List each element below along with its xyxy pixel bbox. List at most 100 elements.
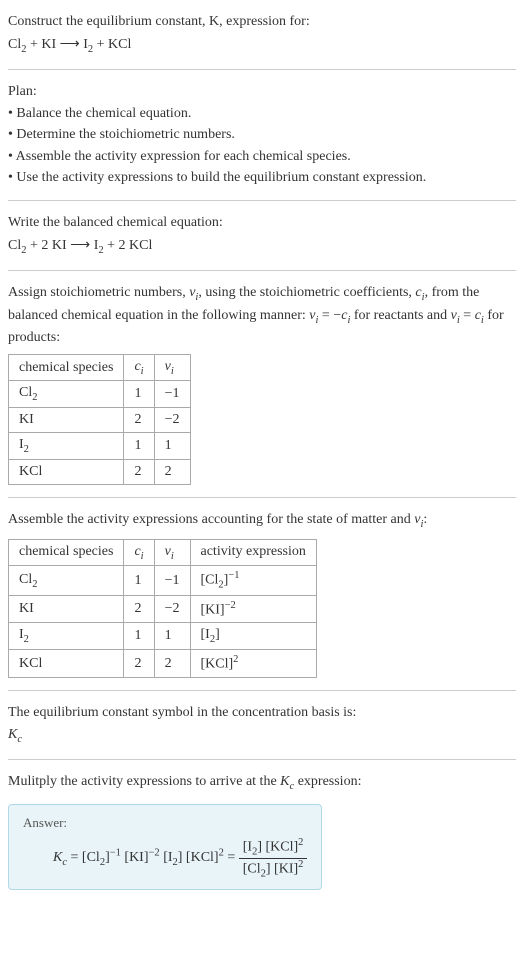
assign-text-d: for reactants and [350, 308, 450, 323]
plan-section: Plan: • Balance the chemical equation. •… [8, 82, 516, 188]
cell-nui: −2 [154, 408, 190, 433]
cell-species: KCl [9, 460, 124, 485]
act-a: [I [201, 627, 210, 642]
answer-box: Answer: Kc = [Cl2]−1 [KI]−2 [I2] [KCl]2 … [8, 804, 322, 890]
table-row: Cl2 1 −1 [Cl2]−1 [9, 566, 317, 595]
ans-exp-m1: −1 [110, 848, 121, 859]
num-a: [I [243, 840, 252, 855]
symbol-kc: Kc [8, 725, 516, 747]
expr1c: = − [318, 308, 341, 323]
den-c: ] [KI] [266, 862, 298, 877]
cl2-a: Cl [19, 385, 32, 400]
assign-text-b: , using the stoichiometric coefficients, [198, 285, 415, 300]
act-b: −2 [225, 600, 236, 611]
assign-section: Assign stoichiometric numbers, νi , using… [8, 283, 516, 485]
cell-activity: [KI]−2 [190, 595, 316, 623]
ans-k: K [53, 851, 62, 866]
cell-nui: 2 [154, 460, 190, 485]
cell-species: KCl [9, 650, 124, 678]
cell-species: Cl2 [9, 381, 124, 408]
ans-exp-m2: −2 [149, 848, 160, 859]
i2-b: 2 [24, 444, 29, 455]
act-d: −1 [228, 570, 239, 581]
cell-ci: 1 [124, 566, 154, 595]
th-species: chemical species [9, 354, 124, 381]
cell-nui: −1 [154, 566, 190, 595]
table-row: KI 2 −2 [9, 408, 191, 433]
table-row: Cl2 1 −1 [9, 381, 191, 408]
th-ci: ci [124, 354, 154, 381]
cl2-a: Cl [19, 572, 32, 587]
prompt-section: Construct the equilibrium constant, K, e… [8, 12, 516, 57]
balanced-section: Write the balanced chemical equation: Cl… [8, 213, 516, 258]
multiply-section: Mulitply the activity expressions to arr… [8, 772, 516, 898]
cell-species: KI [9, 408, 124, 433]
eq-arrow: ⟶ [60, 35, 80, 51]
th-activity: activity expression [190, 539, 316, 566]
activity-table: chemical species ci νi activity expressi… [8, 539, 317, 678]
divider [8, 690, 516, 691]
multiply-text-a: Mulitply the activity expressions to arr… [8, 774, 280, 789]
den-a: [Cl [243, 862, 261, 877]
act-a: [KCl] [201, 657, 234, 672]
answer-label: Answer: [23, 815, 307, 831]
th-nui-i: i [171, 550, 174, 561]
symbol-k: K [8, 727, 17, 742]
fraction-numerator: [I2] [KCl]2 [239, 837, 308, 858]
cell-nui: 1 [154, 433, 190, 460]
balanced-equation: Cl2 + 2 KI ⟶ I2 + 2 KCl [8, 235, 516, 258]
table-row: I2 1 1 [I2] [9, 623, 317, 650]
cell-species: Cl2 [9, 566, 124, 595]
plan-bullet-3: • Assemble the activity expression for e… [8, 147, 516, 167]
assign-text: Assign stoichiometric numbers, νi, using… [8, 283, 516, 348]
divider [8, 497, 516, 498]
prompt-line1: Construct the equilibrium constant, K, e… [8, 12, 516, 32]
cell-species: KI [9, 595, 124, 623]
answer-equation: Kc = [Cl2]−1 [KI]−2 [I2] [KCl]2 = [I2] [… [53, 837, 307, 879]
cell-activity: [KCl]2 [190, 650, 316, 678]
cell-species: I2 [9, 623, 124, 650]
table-row: chemical species ci νi activity expressi… [9, 539, 317, 566]
assemble-text-b: : [423, 512, 427, 527]
act-b: 2 [233, 654, 238, 665]
cell-nui: 2 [154, 650, 190, 678]
ans-eq4: [I [160, 851, 173, 866]
table-row: KCl 2 2 [9, 460, 191, 485]
ans-eq1: = [Cl [67, 851, 100, 866]
th-nui: νi [154, 539, 190, 566]
den-d: 2 [298, 859, 303, 870]
multiply-text-b: expression: [294, 774, 361, 789]
prompt-text: Construct the equilibrium constant, K, e… [8, 14, 310, 29]
ans-eq6: = [224, 851, 239, 866]
i2-b: 2 [24, 634, 29, 645]
cl2-b: 2 [32, 578, 37, 589]
th-ci-i: i [141, 550, 144, 561]
bal-arrow: ⟶ [70, 236, 90, 252]
plan-bullet-4: • Use the activity expressions to build … [8, 168, 516, 188]
cell-ci: 2 [124, 460, 154, 485]
table-row: KI 2 −2 [KI]−2 [9, 595, 317, 623]
cell-ci: 1 [124, 381, 154, 408]
assemble-text-a: Assemble the activity expressions accoun… [8, 512, 414, 527]
th-nui: νi [154, 354, 190, 381]
assign-text-a: Assign stoichiometric numbers, [8, 285, 189, 300]
eq-i: I [80, 37, 88, 52]
cell-ci: 1 [124, 623, 154, 650]
act-a: [Cl [201, 573, 219, 588]
plan-heading: Plan: [8, 82, 516, 102]
assemble-section: Assemble the activity expressions accoun… [8, 510, 516, 678]
ans-eq3: [KI] [121, 851, 149, 866]
cell-species: I2 [9, 433, 124, 460]
act-c: ] [215, 627, 220, 642]
cell-ci: 2 [124, 650, 154, 678]
prompt-equation: Cl2 + KI ⟶ I2 + KCl [8, 34, 516, 57]
divider [8, 69, 516, 70]
cl2-b: 2 [32, 392, 37, 403]
divider [8, 759, 516, 760]
eq-cl: Cl [8, 37, 21, 52]
answer-fraction: [I2] [KCl]2[Cl2] [KI]2 [239, 837, 308, 879]
num-c: ] [KCl] [257, 840, 298, 855]
table-row: chemical species ci νi [9, 354, 191, 381]
bal-end: + 2 KCl [104, 238, 153, 253]
cell-activity: [I2] [190, 623, 316, 650]
